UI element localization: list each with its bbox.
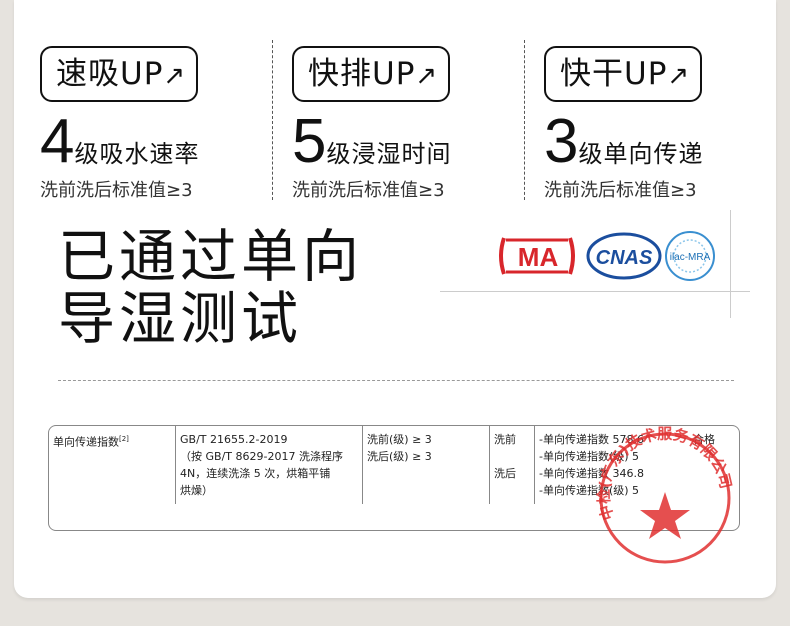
feature-standard: 洗前洗后标准值≥3 — [40, 180, 193, 201]
feature-fast-absorb: 速吸UP↗ 4级吸水速率 洗前洗后标准值≥3 — [40, 46, 240, 202]
cma-logo: MA — [499, 237, 575, 275]
divider-line — [440, 291, 750, 292]
feature-metric-label: 级吸水速率 — [74, 140, 200, 168]
cnas-logo: CNAS — [586, 232, 662, 280]
report-item-cell: 单向传递指数[2] — [49, 426, 176, 504]
svg-text:CNAS: CNAS — [596, 247, 653, 269]
feature-standard: 洗前洗后标准值≥3 — [292, 180, 445, 201]
column-divider — [272, 40, 273, 200]
feature-metric-label: 级单向传递 — [578, 140, 704, 168]
divider-line — [730, 210, 731, 318]
section-divider — [58, 380, 734, 381]
feature-level: 5 — [292, 107, 327, 176]
feature-standard: 洗前洗后标准值≥3 — [544, 180, 697, 201]
arrow-up-right-icon: ↗ — [163, 61, 187, 91]
report-requirement-cell: 洗前(级) ≥ 3 洗后(级) ≥ 3 — [362, 426, 490, 504]
table-row: 单向传递指数[2] GB/T 21655.2-2019 （按 GB/T 8629… — [49, 426, 739, 504]
feature-pill: 快排UP↗ — [292, 46, 451, 102]
feature-pill: 速吸UP↗ — [40, 46, 199, 102]
feature-pill: 快干UP↗ — [544, 46, 703, 102]
feature-level: 4 — [40, 107, 75, 176]
svg-text:ilac-MRA: ilac-MRA — [670, 252, 711, 263]
test-report-table: 单向传递指数[2] GB/T 21655.2-2019 （按 GB/T 8629… — [48, 425, 740, 531]
certification-logos: MA CNAS ilac-MRA — [499, 231, 715, 281]
feature-metric: 4级吸水速率 — [40, 110, 240, 174]
headline-line-2: 导湿测试 — [58, 286, 302, 352]
report-result-cell: -单向传递指数 578.6 -单向传递指数(级) 5 -单向传递指数 346.8… — [539, 433, 644, 497]
headline-line-1: 已通过单向 — [58, 224, 363, 290]
svg-text:MA: MA — [518, 242, 559, 272]
feature-metric: 5级浸湿时间 — [292, 110, 492, 174]
column-divider — [524, 40, 525, 200]
feature-metric-label: 级浸湿时间 — [326, 140, 452, 168]
feature-metric: 3级单向传递 — [544, 110, 744, 174]
arrow-up-right-icon: ↗ — [667, 61, 691, 91]
report-method-cell: GB/T 21655.2-2019 （按 GB/T 8629-2017 洗涤程序… — [175, 426, 363, 504]
headline: 已通过单向 导湿测试 — [58, 226, 363, 350]
feature-fast-wicking: 快排UP↗ 5级浸湿时间 洗前洗后标准值≥3 — [292, 46, 492, 202]
arrow-up-right-icon: ↗ — [415, 61, 439, 91]
report-verdict-cell: 合格 — [693, 433, 715, 446]
feature-level: 3 — [544, 107, 579, 176]
report-phase-cell: 洗前 洗后 — [489, 426, 535, 504]
feature-fast-dry: 快干UP↗ 3级单向传递 洗前洗后标准值≥3 — [544, 46, 744, 202]
ilac-mra-logo: ilac-MRA — [665, 231, 715, 281]
